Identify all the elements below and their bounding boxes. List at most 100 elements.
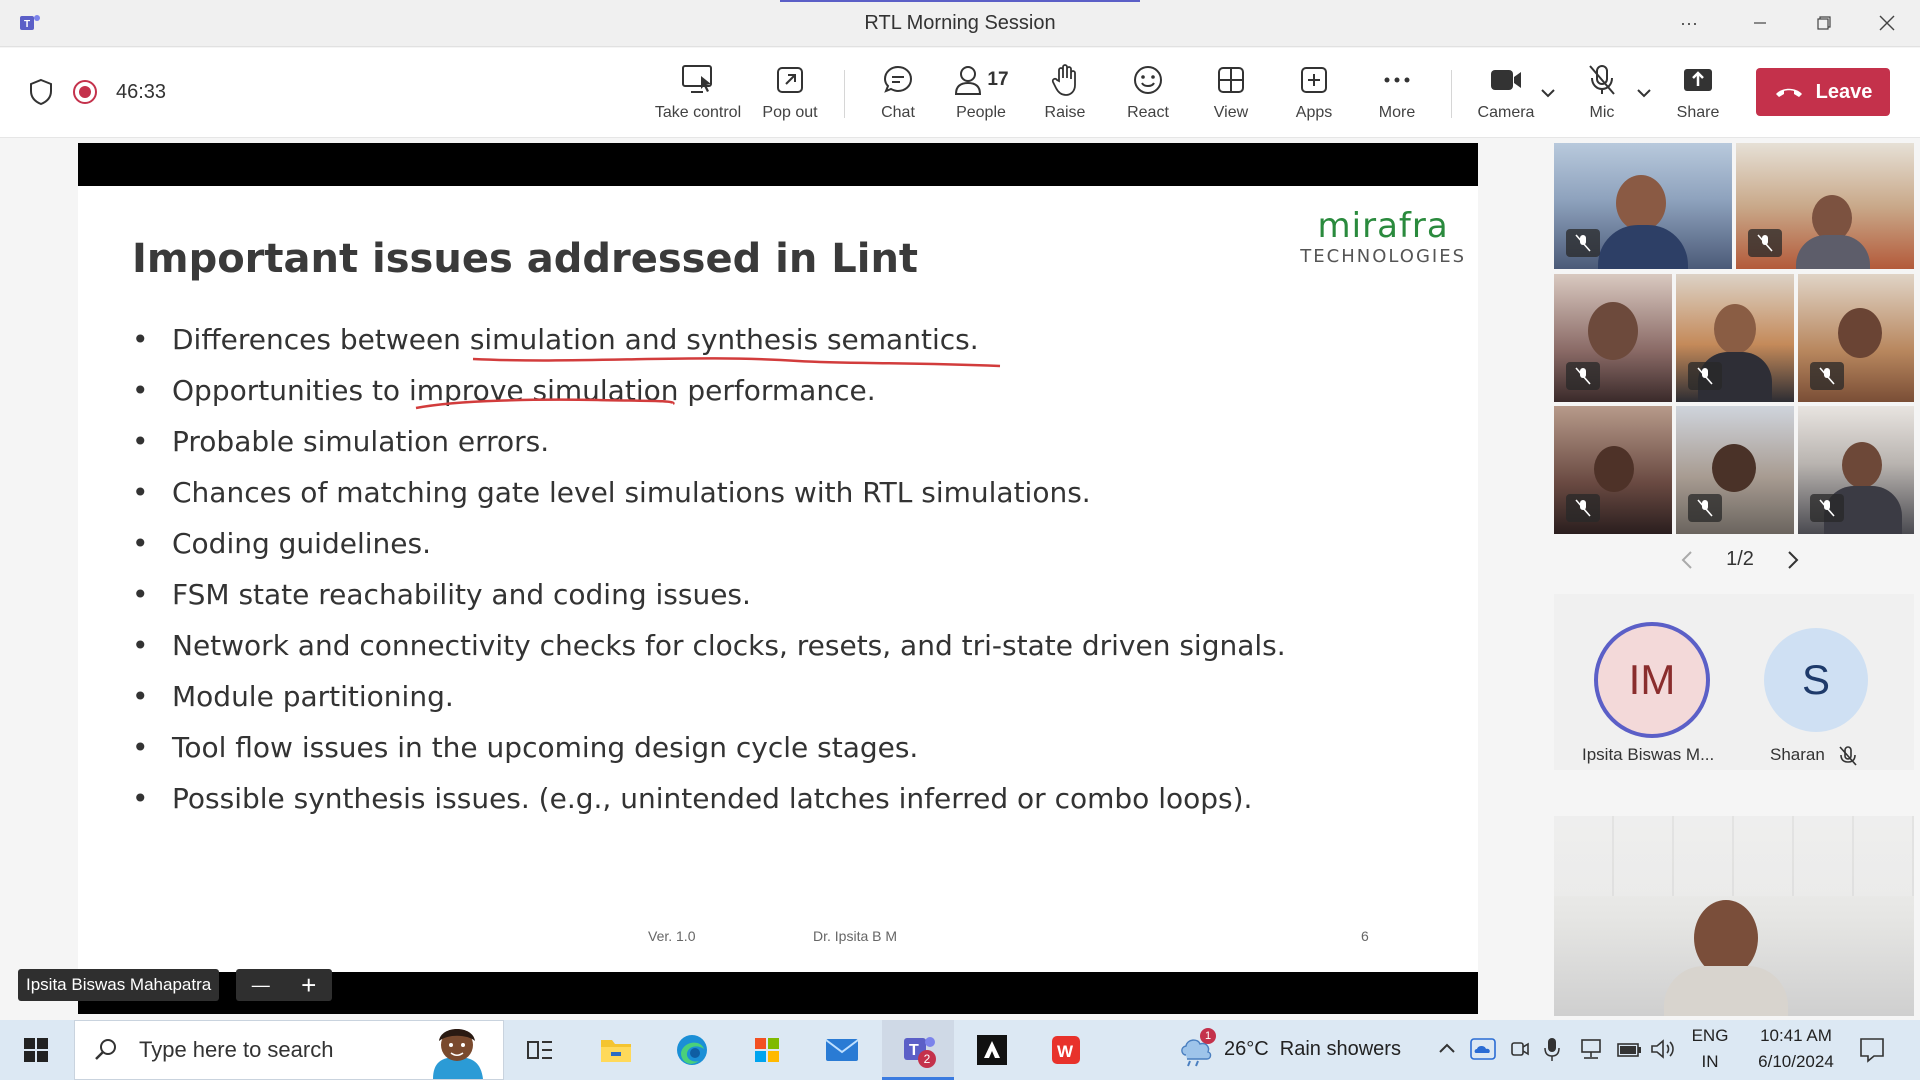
mic-muted-icon	[1566, 362, 1600, 390]
mic-button[interactable]: Mic	[1557, 60, 1647, 130]
more-options-icon[interactable]: ···	[1674, 10, 1704, 36]
video-tile[interactable]	[1554, 406, 1672, 534]
smiley-icon	[1134, 66, 1162, 94]
language-indicator[interactable]: ENG IN	[1690, 1026, 1730, 1072]
volume-icon[interactable]	[1650, 1038, 1676, 1060]
add-app-icon	[1301, 67, 1327, 93]
take-control-button[interactable]: Take control	[653, 60, 743, 130]
taskbar-search[interactable]: Type here to search	[74, 1020, 504, 1080]
view-button[interactable]: View	[1186, 60, 1276, 130]
zoom-out-button[interactable]: —	[252, 975, 270, 996]
folder-icon	[601, 1040, 631, 1062]
hang-up-icon	[1775, 88, 1802, 97]
mail-icon	[825, 1039, 859, 1061]
zoom-in-button[interactable]: +	[301, 970, 316, 1001]
apps-button[interactable]: Apps	[1269, 60, 1359, 130]
restore-button[interactable]	[1809, 10, 1839, 36]
weather-widget-icon[interactable]: 1	[1170, 1028, 1226, 1072]
video-tile[interactable]	[1554, 143, 1732, 269]
shield-icon	[30, 78, 52, 106]
camera-options-chevron-icon[interactable]	[1540, 88, 1556, 98]
bullet-item: Coding guidelines.	[132, 518, 1286, 569]
video-tile[interactable]	[1554, 274, 1672, 402]
mic-muted-icon	[1688, 494, 1722, 522]
logo-brand: mirafra	[1317, 206, 1449, 246]
start-button[interactable]	[8, 1028, 64, 1072]
close-button[interactable]	[1872, 10, 1902, 36]
slide-page-number: 6	[1361, 928, 1369, 944]
avatar-s[interactable]: S	[1764, 628, 1868, 732]
region-code: IN	[1701, 1052, 1719, 1071]
app-button[interactable]	[964, 1028, 1020, 1072]
svg-text:W: W	[1057, 1042, 1074, 1061]
bullet-item: Tool flow issues in the upcoming design …	[132, 722, 1286, 773]
microphone-in-use-icon[interactable]	[1544, 1036, 1560, 1062]
chat-icon	[883, 65, 913, 93]
meet-now-icon[interactable]	[1510, 1038, 1530, 1060]
battery-icon[interactable]	[1616, 1038, 1642, 1060]
self-video-tile[interactable]	[1554, 816, 1914, 1016]
participant-name: Ipsita Biswas M...	[1582, 745, 1715, 764]
camera-button[interactable]: Camera	[1461, 60, 1551, 130]
wps-office-button[interactable]: W	[1038, 1028, 1094, 1072]
task-view-button[interactable]	[512, 1028, 568, 1072]
microsoft-store-button[interactable]	[739, 1028, 795, 1072]
bullet-item: Opportunities to improve simulation perf…	[132, 365, 1286, 416]
video-tile[interactable]	[1736, 143, 1914, 269]
people-label: People	[956, 104, 1006, 121]
video-tile[interactable]	[1676, 406, 1794, 534]
react-button[interactable]: React	[1103, 60, 1193, 130]
onedrive-icon[interactable]	[1470, 1038, 1496, 1060]
recording-icon	[73, 80, 97, 104]
edge-browser-button[interactable]	[664, 1028, 720, 1072]
share-button[interactable]: Share	[1653, 60, 1743, 130]
presenter-name-tag: Ipsita Biswas Mahapatra	[18, 969, 220, 1001]
bullet-item: FSM state reachability and coding issues…	[132, 569, 1286, 620]
video-tile[interactable]	[1798, 406, 1914, 534]
meeting-status: 46:33	[28, 78, 166, 106]
mic-muted-icon	[1839, 746, 1857, 766]
raise-hand-button[interactable]: Raise	[1020, 60, 1110, 130]
teams-taskbar-button[interactable]: T 2	[882, 1020, 954, 1080]
toolbar-divider	[1451, 70, 1452, 118]
bullet-item: Probable simulation errors.	[132, 416, 1286, 467]
file-explorer-button[interactable]	[588, 1028, 644, 1072]
toolbar-divider	[844, 70, 845, 118]
close-icon	[1879, 15, 1895, 31]
minimize-button[interactable]	[1745, 10, 1775, 36]
search-placeholder: Type here to search	[139, 1037, 334, 1062]
notification-center-icon[interactable]	[1858, 1036, 1886, 1064]
slide-bullet-list: Differences between simulation and synth…	[132, 314, 1286, 824]
chevron-right-icon[interactable]	[1786, 550, 1800, 570]
video-tile[interactable]	[1676, 274, 1794, 402]
chat-button[interactable]: Chat	[853, 60, 943, 130]
pop-out-button[interactable]: Pop out	[745, 60, 835, 130]
camera-icon	[1491, 70, 1521, 90]
slide-version: Ver. 1.0	[648, 928, 696, 944]
raise-label: Raise	[1044, 104, 1086, 121]
gallery-pager: 1/2	[1680, 548, 1800, 571]
leave-button[interactable]: Leave	[1756, 68, 1890, 116]
clock[interactable]: 10:41 AM 6/10/2024	[1740, 1026, 1852, 1072]
mic-options-chevron-icon[interactable]	[1636, 88, 1652, 98]
video-tile[interactable]	[1798, 274, 1914, 402]
take-control-icon	[682, 65, 712, 93]
search-icon	[95, 1039, 116, 1060]
teams-notification-badge: 2	[918, 1050, 936, 1068]
logo-subtitle: TECHNOLOGIES	[1300, 246, 1466, 267]
people-button[interactable]: 17 People	[936, 60, 1026, 130]
window-title: RTL Morning Session	[864, 12, 1056, 34]
more-button[interactable]: More	[1352, 60, 1442, 130]
chevron-left-icon[interactable]	[1680, 550, 1694, 570]
app-icon	[977, 1035, 1007, 1065]
mail-button[interactable]	[814, 1028, 870, 1072]
mic-muted-icon	[1566, 494, 1600, 522]
camera-label: Camera	[1477, 104, 1535, 121]
network-icon[interactable]	[1578, 1038, 1604, 1060]
mic-muted-icon	[1566, 229, 1600, 257]
mic-muted-icon	[1589, 65, 1615, 95]
mic-muted-icon	[1810, 494, 1844, 522]
chevron-up-icon[interactable]	[1438, 1042, 1456, 1054]
avatar-im[interactable]: IM	[1594, 622, 1710, 738]
weather-text[interactable]: 26°C Rain showers	[1224, 1038, 1401, 1061]
